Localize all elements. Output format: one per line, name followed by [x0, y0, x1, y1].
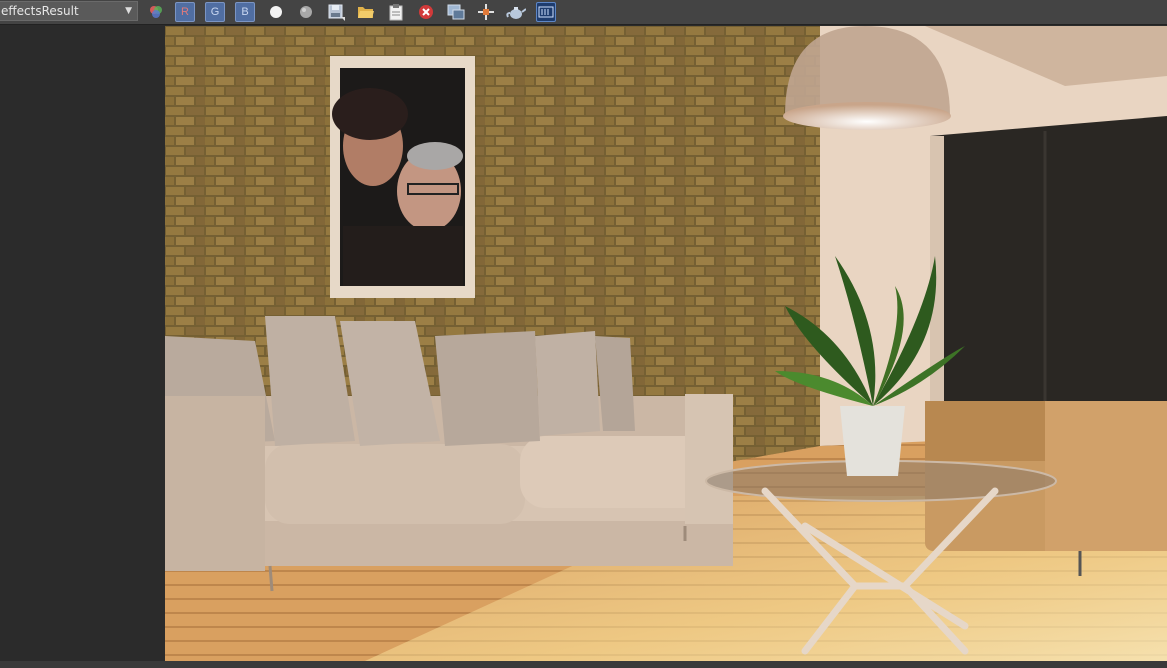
side-panel: [0, 25, 164, 668]
clear-button[interactable]: [416, 2, 436, 22]
channel-dropdown-value: effectsResult: [1, 4, 79, 18]
gray-circle-button[interactable]: [296, 2, 316, 22]
region-icon: [478, 4, 494, 20]
close-red-icon: [419, 5, 433, 19]
save-icon: [328, 4, 345, 21]
frame-buffer-button[interactable]: [536, 2, 556, 22]
display-window-button[interactable]: [446, 2, 466, 22]
region-button[interactable]: [476, 2, 496, 22]
rendered-room-image: [165, 26, 1167, 661]
white-circle-button[interactable]: [266, 2, 286, 22]
teapot-render-icon: [506, 7, 526, 19]
channel-dropdown[interactable]: effectsResult ▼: [0, 1, 138, 21]
frame-buffer-icon: [538, 6, 554, 18]
status-bar: [0, 661, 1167, 668]
rgb-display-button[interactable]: [146, 2, 166, 22]
rgb-display-icon: [150, 6, 162, 18]
chevron-down-icon: ▼: [125, 6, 132, 16]
render-viewport: [165, 26, 1167, 661]
open-folder-icon: [358, 7, 374, 18]
blue-channel-label: B: [241, 6, 249, 18]
display-window-icon: [447, 4, 465, 20]
teapot-render-button[interactable]: [506, 2, 526, 22]
clipboard-button[interactable]: [386, 2, 406, 22]
white-circle-icon: [270, 6, 282, 18]
clipboard-icon: [389, 4, 403, 21]
red-channel-button[interactable]: R: [175, 2, 195, 22]
blue-channel-button[interactable]: B: [235, 2, 255, 22]
frame-buffer-toolbar: effectsResult ▼ R G B: [0, 0, 1167, 25]
open-folder-button[interactable]: [356, 2, 376, 22]
green-channel-label: G: [210, 6, 220, 18]
green-channel-button[interactable]: G: [205, 2, 225, 22]
red-channel-label: R: [181, 6, 189, 18]
gray-circle-icon: [300, 6, 312, 18]
save-button[interactable]: [326, 2, 346, 22]
